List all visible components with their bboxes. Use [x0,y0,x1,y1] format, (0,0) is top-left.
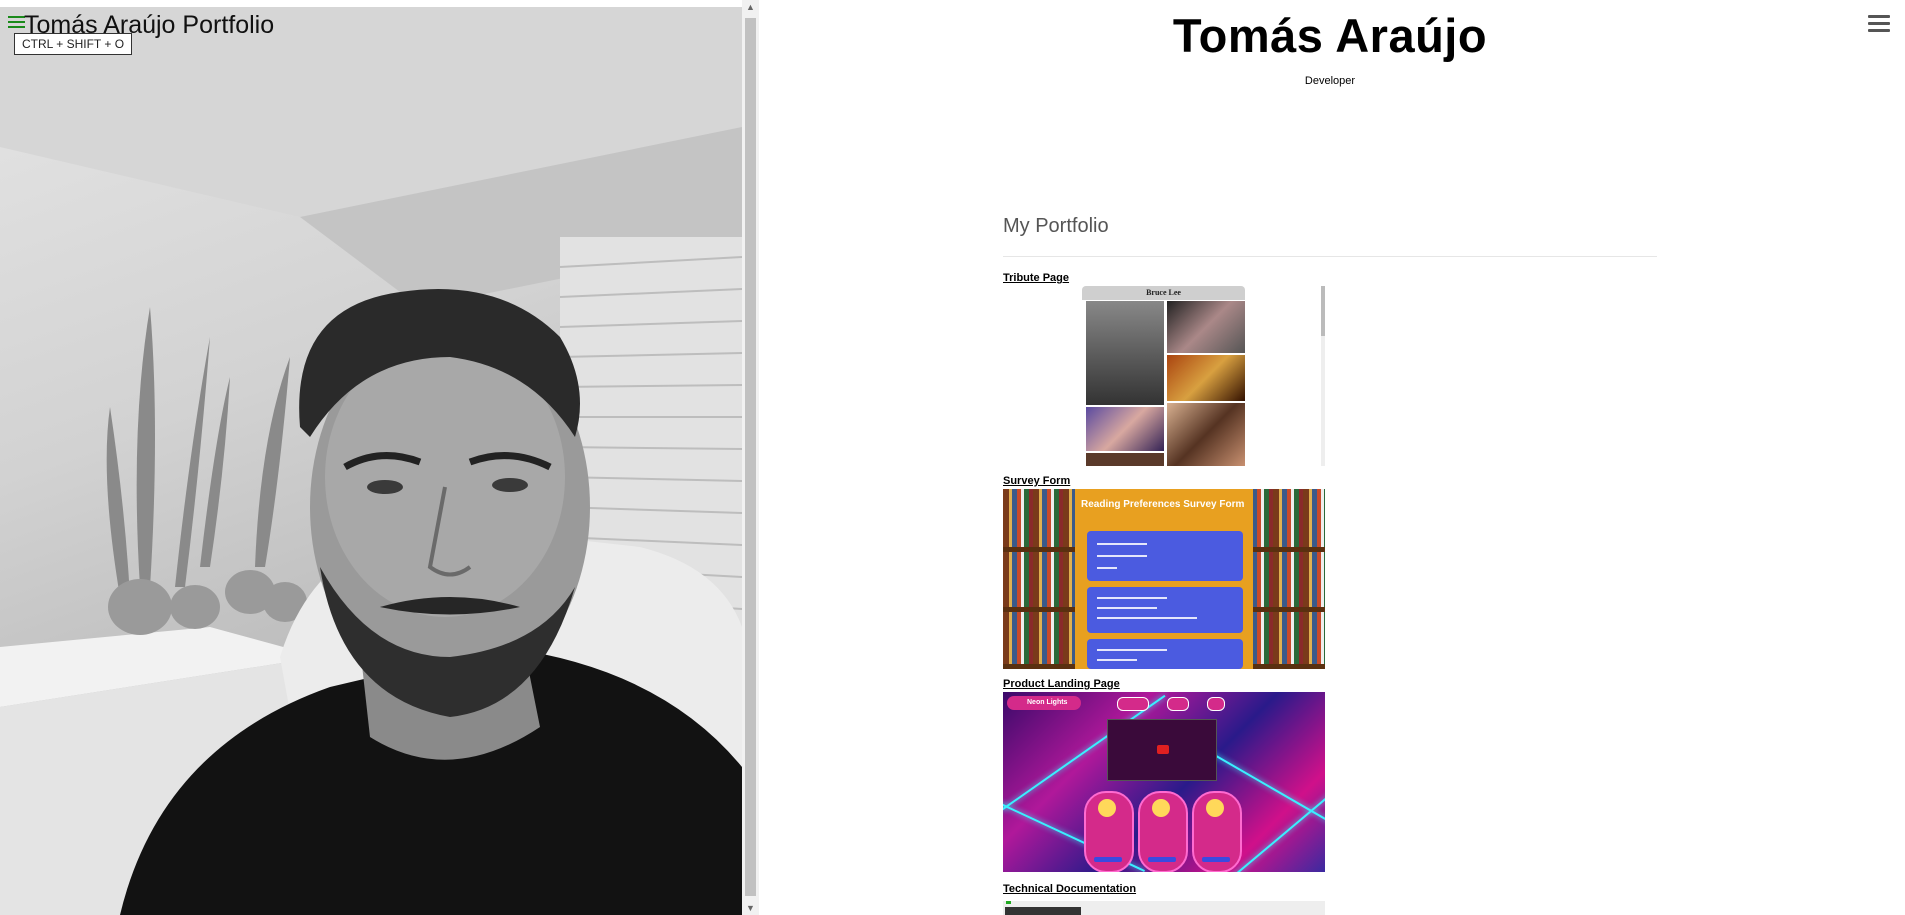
role-subtitle: Developer [1304,75,1356,87]
survey-field [1097,649,1167,651]
hamburger-icon-bar [1868,29,1890,32]
tribute-page-preview[interactable]: Bruce Lee [1003,286,1325,466]
page-title: Tomás Araújo [1172,9,1488,62]
panel-scrollbar[interactable]: ▲ ▼ [742,0,759,915]
right-panel: Tomás Araújo Developer My Portfolio Trib… [759,0,1905,915]
survey-field [1097,567,1117,569]
tribute-photo [1086,407,1164,451]
neon-brand-text: Neon Lights [1027,699,1068,706]
tribute-photo [1167,301,1245,353]
technical-documentation-preview[interactable] [1003,901,1325,915]
survey-field [1097,607,1157,609]
card-button [1202,857,1230,862]
product-landing-page-link[interactable]: Product Landing Page [1003,678,1120,690]
portrait-photo [0,7,742,915]
survey-field [1097,555,1147,557]
hamburger-icon[interactable] [1868,15,1890,33]
preview-scrollbar[interactable] [1321,286,1325,466]
tribute-photo [1167,355,1245,401]
neon-nav-pill [1207,697,1225,711]
survey-card [1087,587,1243,633]
neon-video [1107,719,1217,781]
doc-sidebar [1005,907,1081,915]
doc-icon [1006,901,1011,904]
neon-product-card [1192,791,1242,872]
tribute-photo [1086,301,1164,405]
survey-field [1097,543,1147,545]
technical-documentation-link[interactable]: Technical Documentation [1003,883,1136,895]
survey-form-link[interactable]: Survey Form [1003,475,1070,487]
survey-form-preview[interactable]: Reading Preferences Survey Form [1003,489,1325,669]
survey-field [1097,617,1197,619]
menu-icon-bar [8,26,25,28]
tribute-photo [1167,403,1245,466]
product-icon [1152,799,1170,817]
card-button [1094,857,1122,862]
play-icon [1157,745,1169,754]
neon-nav-pill [1167,697,1189,711]
tribute-page-link[interactable]: Tribute Page [1003,272,1069,284]
product-landing-page-preview[interactable]: Neon Lights [1003,692,1325,872]
product-icon [1206,799,1224,817]
hamburger-icon-bar [1868,22,1890,25]
survey-card [1087,639,1243,669]
survey-field [1097,597,1167,599]
hamburger-icon-bar [1868,15,1890,18]
scroll-down-arrow-icon[interactable]: ▼ [746,903,755,913]
neon-product-card [1138,791,1188,872]
scrollbar-thumb[interactable] [745,18,756,896]
survey-card [1087,531,1243,581]
scroll-up-arrow-icon[interactable]: ▲ [746,2,755,12]
survey-field [1097,659,1137,661]
menu-icon-bar [8,16,25,18]
neon-nav-pill [1117,697,1149,711]
menu-icon-bar [8,21,25,23]
neon-product-card [1084,791,1134,872]
section-divider [1003,256,1657,257]
portfolio-section-title: My Portfolio [1003,215,1109,237]
tribute-preview-header: Bruce Lee [1082,286,1245,300]
menu-icon[interactable] [8,16,25,28]
card-button [1148,857,1176,862]
keyboard-shortcut-tooltip: CTRL + SHIFT + O [14,33,133,55]
product-icon [1098,799,1116,817]
left-panel: Tomás Araújo Portfolio CTRL + SHIFT + O [0,7,742,915]
tribute-photo [1086,453,1164,466]
survey-preview-heading: Reading Preferences Survey Form [1081,499,1245,510]
